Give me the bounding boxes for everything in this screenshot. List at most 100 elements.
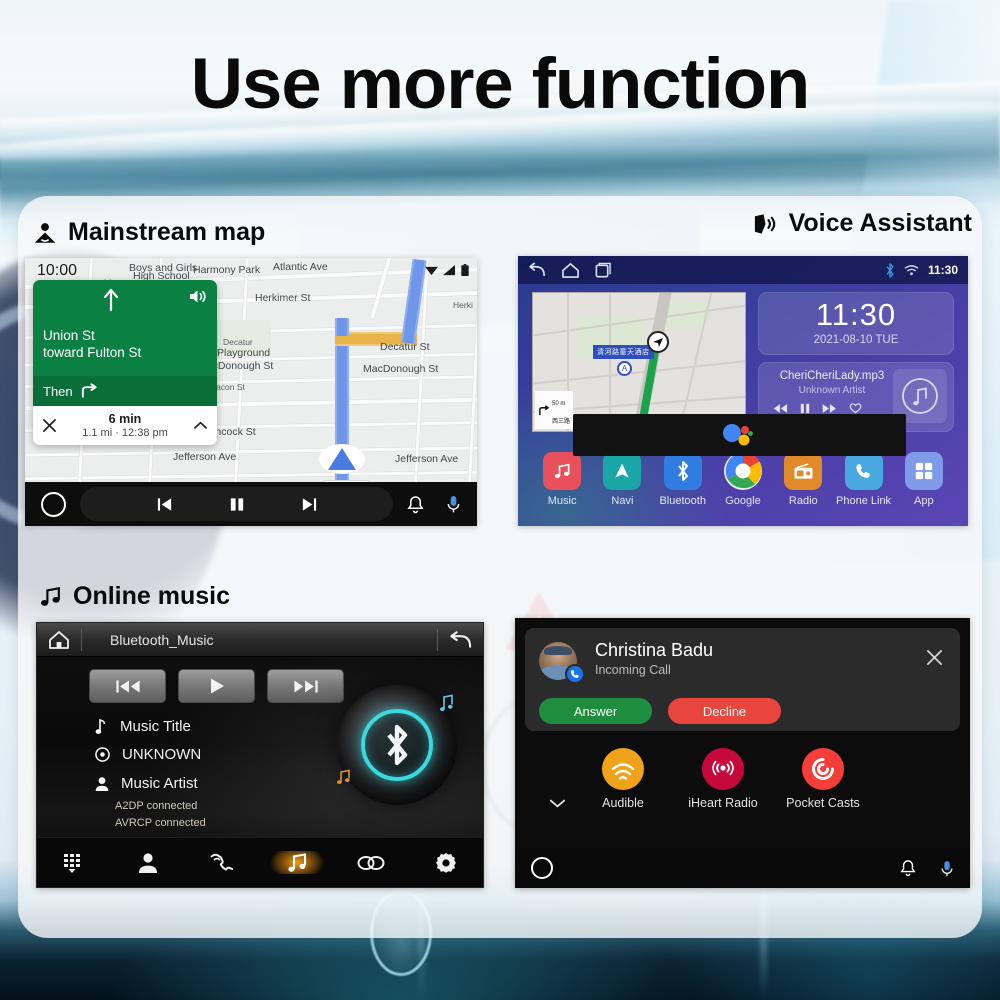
skip-previous-icon[interactable] <box>156 496 173 513</box>
android-status-bar: 11:30 <box>518 256 968 284</box>
artist-row: Music Artist <box>95 775 198 792</box>
phone-badge-icon <box>565 664 585 684</box>
microphone-icon[interactable] <box>940 859 954 878</box>
minimap-vehicle-pin <box>647 331 669 353</box>
section-label: Mainstream map <box>68 218 266 246</box>
map-status-icons <box>425 264 469 276</box>
dialpad-icon <box>64 853 81 873</box>
player-title-bar: Bluetooth_Music <box>37 623 483 657</box>
status-bar-time: 11:30 <box>927 263 958 277</box>
contacts-icon <box>139 852 158 873</box>
map-street-label: Herkimer St <box>255 292 311 304</box>
previous-button[interactable] <box>89 669 166 703</box>
next-button[interactable] <box>267 669 344 703</box>
dock-app-google[interactable]: Google <box>713 452 773 507</box>
favorite-heart-icon[interactable] <box>849 402 862 414</box>
map-street-label: MacDonough St <box>363 363 439 375</box>
route-segment-corner <box>335 318 349 336</box>
home-icon[interactable] <box>561 262 580 279</box>
arrow-straight-icon <box>102 288 120 312</box>
pause-icon[interactable] <box>229 496 245 513</box>
microphone-icon[interactable] <box>446 494 461 514</box>
volume-on-icon[interactable] <box>188 288 207 305</box>
app-iheart-radio[interactable]: iHeart Radio <box>673 748 773 810</box>
dock-app-music[interactable]: Music <box>532 452 592 507</box>
forward-icon[interactable] <box>822 402 837 414</box>
app-label: Audible <box>602 796 644 810</box>
map-street-label: Jefferson Ave <box>173 451 237 463</box>
google-app-icon <box>723 452 762 490</box>
nav-settings[interactable] <box>409 852 483 874</box>
notification-bell-icon[interactable] <box>900 859 916 877</box>
dock-app-label: App <box>914 495 934 507</box>
dock-app-label: Radio <box>788 495 818 507</box>
album-row: UNKNOWN <box>95 746 201 763</box>
chevron-up-icon[interactable] <box>193 420 208 431</box>
app-audible[interactable]: Audible <box>573 748 673 810</box>
iheart-radio-icon <box>702 748 744 790</box>
player-bottom-nav <box>37 837 483 887</box>
map-street-label: Playground <box>217 347 271 359</box>
app-pocket-casts[interactable]: Pocket Casts <box>773 748 873 810</box>
nav-call-log[interactable] <box>186 852 260 874</box>
nav-music[interactable] <box>259 851 335 874</box>
artist-text: Music Artist <box>121 775 198 792</box>
make-a-call-screenshot: Christina Badu Incoming Call Answer Decl… <box>515 618 970 888</box>
dock-app-phone-link[interactable]: Phone Link <box>833 452 893 507</box>
app-dock: Music Navi Bluetooth Google Radio Phone … <box>518 444 968 526</box>
clock-time: 11:30 <box>815 297 897 332</box>
artist-person-icon <box>95 776 109 792</box>
android-auto-bottom-bar <box>25 482 477 526</box>
dock-app-navi[interactable]: Navi <box>592 452 652 507</box>
back-arrow-icon[interactable] <box>448 629 473 651</box>
transport-controls <box>89 669 344 703</box>
dock-app-radio[interactable]: Radio <box>773 452 833 507</box>
music-title-icon <box>95 717 108 735</box>
skip-next-icon[interactable] <box>301 496 318 513</box>
app-shortcut-row: Audible iHeart Radio Pocket Casts <box>515 748 970 810</box>
map-street-label: Jefferson Ave <box>395 453 459 465</box>
dock-app-drawer[interactable]: App <box>894 452 954 507</box>
minimap-place-label: 清河路童天酒店 <box>593 345 654 359</box>
google-assistant-bar[interactable] <box>573 414 906 456</box>
music-title-text: Music Title <box>120 717 191 735</box>
app-label: Pocket Casts <box>786 796 860 810</box>
app-label: iHeart Radio <box>688 796 758 810</box>
page-title: Use more function <box>190 45 810 124</box>
chevron-down-icon[interactable] <box>549 796 566 813</box>
audible-icon <box>602 748 644 790</box>
divider <box>81 628 82 651</box>
close-icon[interactable] <box>42 418 57 433</box>
clock-widget[interactable]: 11:30 2021-08-10 TUE <box>758 292 954 355</box>
map-street-label: Atlantic Ave <box>273 261 328 273</box>
home-circle-icon[interactable] <box>531 857 553 879</box>
section-heading-map: Mainstream map <box>32 218 265 247</box>
navigation-minimap[interactable]: 清河路童天酒店 A 50 m 西三路 <box>532 292 746 432</box>
back-arrow-icon[interactable] <box>528 262 547 279</box>
nav-link[interactable] <box>334 854 408 872</box>
play-button[interactable] <box>178 669 255 703</box>
music-note-decor-icon <box>333 768 353 791</box>
eta-duration: 6 min <box>108 412 142 426</box>
close-icon[interactable] <box>925 648 944 671</box>
music-icon <box>288 853 307 872</box>
home-circle-icon[interactable] <box>41 491 66 517</box>
map-street-label: Herki <box>453 300 473 310</box>
rewind-icon[interactable] <box>773 402 788 414</box>
nav-dialpad[interactable] <box>37 852 111 874</box>
home-icon[interactable] <box>47 629 71 651</box>
pause-icon[interactable] <box>800 402 810 414</box>
dock-app-bluetooth[interactable]: Bluetooth <box>653 452 713 507</box>
google-assistant-icon <box>720 421 760 449</box>
then-label: Then <box>43 383 73 399</box>
music-note-icon <box>38 584 63 609</box>
notification-bell-icon[interactable] <box>407 495 424 514</box>
nav-contacts[interactable] <box>111 852 185 874</box>
decline-button[interactable]: Decline <box>668 698 781 724</box>
recent-apps-icon[interactable] <box>594 262 612 279</box>
battery-icon <box>461 264 469 276</box>
music-note-decor-icon <box>437 693 455 718</box>
caller-name: Christina Badu <box>595 640 714 660</box>
music-widget-artist: Unknown Artist <box>798 385 866 396</box>
answer-button[interactable]: Answer <box>539 698 652 724</box>
